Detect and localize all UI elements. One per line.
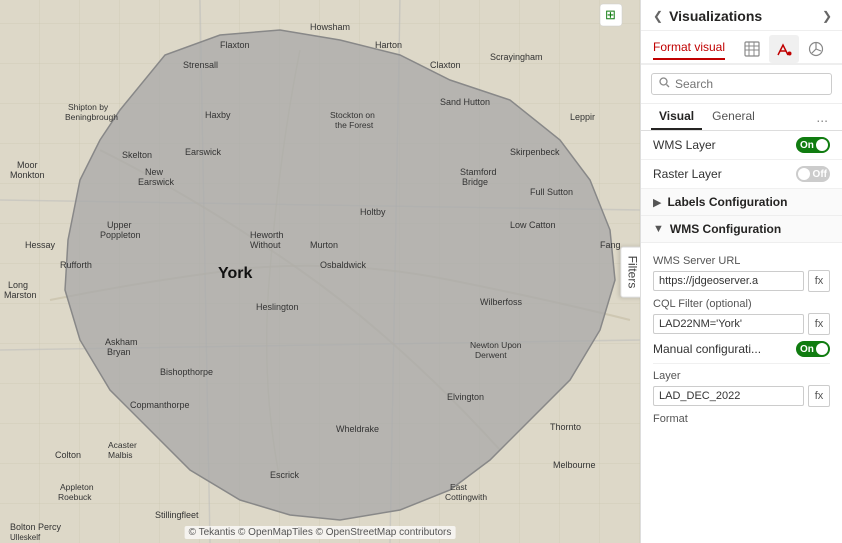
- expand-right-icon[interactable]: ❯: [822, 9, 832, 23]
- manual-config-toggle-text: On: [800, 344, 814, 355]
- wms-config-title: WMS Configuration: [670, 222, 781, 236]
- server-url-input[interactable]: [653, 271, 804, 291]
- table-format-icon[interactable]: [737, 35, 767, 63]
- wms-layer-row: WMS Layer On: [641, 131, 842, 160]
- filters-tab[interactable]: Filters: [621, 246, 640, 297]
- labels-config-title: Labels Configuration: [667, 195, 787, 209]
- wms-config-section[interactable]: ▼ WMS Configuration: [641, 216, 842, 243]
- panel-body: WMS Layer On Raster Layer Off ▶ Labels C…: [641, 131, 842, 543]
- manual-config-toggle[interactable]: On: [796, 341, 830, 357]
- layer-row: fx: [653, 385, 830, 407]
- map-area[interactable]: Flaxton Howsham Harton Claxton Scrayingh…: [0, 0, 640, 543]
- search-container: [641, 65, 842, 104]
- layer-label: Layer: [653, 370, 830, 382]
- analytics-format-icon[interactable]: [801, 35, 831, 63]
- tabs-more[interactable]: ...: [812, 105, 832, 129]
- wms-config-chevron: ▼: [653, 223, 664, 235]
- manual-config-row: Manual configurati... On: [653, 335, 830, 364]
- attribution-text: © Tekantis © OpenMapTiles © OpenStreetMa…: [189, 527, 452, 538]
- layer-input[interactable]: [653, 386, 804, 406]
- format-visual-label: Format visual: [653, 40, 725, 60]
- raster-layer-label: Raster Layer: [653, 167, 722, 181]
- map-background: [0, 0, 640, 543]
- cql-filter-label: CQL Filter (optional): [653, 298, 830, 310]
- layer-fx-button[interactable]: fx: [808, 385, 830, 407]
- panel-header: ❮ Visualizations ❯: [641, 0, 842, 31]
- visualizations-panel: ❮ Visualizations ❯ Format visual: [640, 0, 842, 543]
- manual-config-label: Manual configurati...: [653, 342, 761, 356]
- map-attribution: © Tekantis © OpenMapTiles © OpenStreetMa…: [185, 526, 456, 539]
- labels-config-section[interactable]: ▶ Labels Configuration: [641, 189, 842, 216]
- panel-title: Visualizations: [669, 8, 762, 24]
- collapse-left-icon[interactable]: ❮: [653, 9, 663, 23]
- tabs-row: Visual General ...: [641, 104, 842, 131]
- wms-layer-toggle-knob: [816, 139, 828, 151]
- server-url-fx-button[interactable]: fx: [808, 270, 830, 292]
- paint-format-icon[interactable]: [769, 35, 799, 63]
- server-url-label: WMS Server URL: [653, 255, 830, 267]
- cql-filter-input[interactable]: [653, 314, 804, 334]
- tab-visual[interactable]: Visual: [651, 104, 702, 130]
- tab-general[interactable]: General: [704, 104, 763, 130]
- raster-layer-toggle[interactable]: Off: [796, 166, 830, 182]
- wms-config-body: WMS Server URL fx CQL Filter (optional) …: [641, 243, 842, 436]
- raster-layer-row: Raster Layer Off: [641, 160, 842, 189]
- cql-filter-fx-button[interactable]: fx: [808, 313, 830, 335]
- search-icon: [659, 77, 670, 91]
- server-url-row: fx: [653, 270, 830, 292]
- filters-label: Filters: [626, 255, 640, 288]
- manual-config-toggle-knob: [816, 343, 828, 355]
- raster-layer-toggle-text: Off: [813, 169, 827, 180]
- labels-config-chevron: ▶: [653, 196, 661, 209]
- search-input[interactable]: [675, 77, 824, 91]
- format-visual-bar: Format visual: [641, 31, 842, 65]
- format-label: Format: [653, 413, 830, 425]
- raster-layer-toggle-knob: [798, 168, 810, 180]
- search-box: [651, 73, 832, 95]
- wms-layer-toggle[interactable]: On: [796, 137, 830, 153]
- wms-layer-toggle-text: On: [800, 140, 814, 151]
- wms-layer-label: WMS Layer: [653, 138, 716, 152]
- cql-filter-row: fx: [653, 313, 830, 335]
